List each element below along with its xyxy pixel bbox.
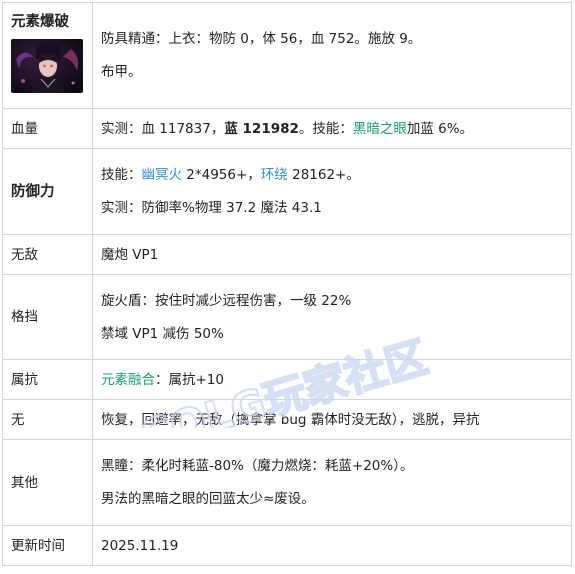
row-label: 格挡 bbox=[2, 274, 93, 360]
mp-bonus: 加蓝 6%。 bbox=[406, 120, 474, 137]
row-none: 无 恢复，回避率，无敌（擒拿掌 bug 霸体时没无敌），逃脱，异抗 bbox=[2, 399, 572, 440]
dark-pupil-text: 黑瞳：柔化时耗蓝-80%（魔力燃烧：耗蓝+20%）。 bbox=[101, 458, 414, 474]
row-value-cell: 黑瞳：柔化时耗蓝-80%（魔力燃烧：耗蓝+20%）。 男法的黑暗之眼的回蓝太少≈… bbox=[92, 439, 572, 526]
orbit-value: 28162+。 bbox=[287, 167, 360, 183]
forbidden-zone-text: 禁域 VP1 减伤 50% bbox=[101, 325, 224, 342]
row-label: 其他 bbox=[2, 439, 93, 526]
skill-netherfire: 幽冥火 bbox=[141, 167, 183, 183]
skill-prefix: 技能： bbox=[101, 167, 142, 183]
skill-element-fusion: 元素融合 bbox=[101, 371, 155, 388]
row-label: 无敌 bbox=[2, 234, 93, 275]
row-invincible: 无敌 魔炮 VP1 bbox=[2, 234, 572, 275]
row-update-time: 更新时间 2025.11.19 bbox=[2, 525, 572, 566]
character-portrait bbox=[11, 39, 83, 93]
skill-prefix: 。技能： bbox=[298, 120, 353, 137]
row-label: 无 bbox=[2, 399, 93, 440]
armor-mastery-text: 防具精通：上衣：物防 0，体 56，血 752。施放 9。 bbox=[101, 31, 422, 47]
skill-dark-eye: 黑暗之眼 bbox=[352, 120, 407, 137]
netherfire-value: 2*4956+， bbox=[182, 167, 261, 183]
resist-value: ：属抗+10 bbox=[155, 371, 224, 388]
row-value: 恢复，回避率，无敌（擒拿掌 bug 霸体时没无敌），逃脱，异抗 bbox=[92, 399, 572, 440]
skill-name: 元素爆破 bbox=[11, 14, 69, 30]
skill-orbit: 环绕 bbox=[260, 167, 288, 183]
hp-measured: 实测：血 117837， bbox=[101, 120, 225, 137]
row-value-cell: 技能：幽冥火 2*4956+，环绕 28162+。 实测：防御率%物理 37.2… bbox=[92, 148, 572, 235]
row-value-cell: 防具精通：上衣：物防 0，体 56，血 752。施放 9。 布甲。 bbox=[92, 2, 572, 109]
fire-shield-text: 旋火盾：按住时减少远程伤害，一级 22% bbox=[101, 292, 352, 309]
row-element-burst: 元素爆破 防具精通：上衣：物防 0，体 56，血 752。施放 9。 布甲。 bbox=[2, 2, 572, 109]
row-value-cell: 旋火盾：按住时减少远程伤害，一级 22% 禁域 VP1 减伤 50% bbox=[92, 274, 572, 360]
row-label: 血量 bbox=[2, 108, 93, 149]
row-hp: 血量 实测：血 117837，蓝 121982。技能：黑暗之眼加蓝 6%。 bbox=[2, 108, 572, 149]
row-resist: 属抗 元素融合：属抗+10 bbox=[2, 359, 572, 400]
row-value-cell: 元素融合：属抗+10 bbox=[92, 359, 572, 400]
row-other: 其他 黑瞳：柔化时耗蓝-80%（魔力燃烧：耗蓝+20%）。 男法的黑暗之眼的回蓝… bbox=[2, 439, 572, 526]
row-value-cell: 实测：血 117837，蓝 121982。技能：黑暗之眼加蓝 6%。 bbox=[92, 108, 572, 149]
dark-eye-note: 男法的黑暗之眼的回蓝太少≈废设。 bbox=[101, 491, 315, 507]
mp-value: 蓝 121982 bbox=[224, 120, 299, 137]
row-defense: 防御力 技能：幽冥火 2*4956+，环绕 28162+。 实测：防御率%物理 … bbox=[2, 148, 572, 235]
row-value: 魔炮 VP1 bbox=[92, 234, 572, 275]
defense-measured-line: 实测：防御率%物理 37.2 魔法 43.1 bbox=[101, 200, 322, 216]
row-label: 防御力 bbox=[2, 148, 93, 235]
defense-skills-line: 技能：幽冥火 2*4956+，环绕 28162+。 bbox=[101, 157, 563, 193]
build-info-table: 元素爆破 防具精通：上衣：物防 0，体 56，血 752。施放 9。 布甲。 血… bbox=[2, 2, 572, 566]
row-label: 更新时间 bbox=[2, 525, 93, 566]
update-date: 2025.11.19 bbox=[92, 525, 572, 566]
row-label-cell: 元素爆破 bbox=[2, 2, 93, 109]
row-block: 格挡 旋火盾：按住时减少远程伤害，一级 22% 禁域 VP1 减伤 50% bbox=[2, 274, 572, 360]
row-label: 属抗 bbox=[2, 359, 93, 400]
armor-type-text: 布甲。 bbox=[101, 64, 142, 80]
